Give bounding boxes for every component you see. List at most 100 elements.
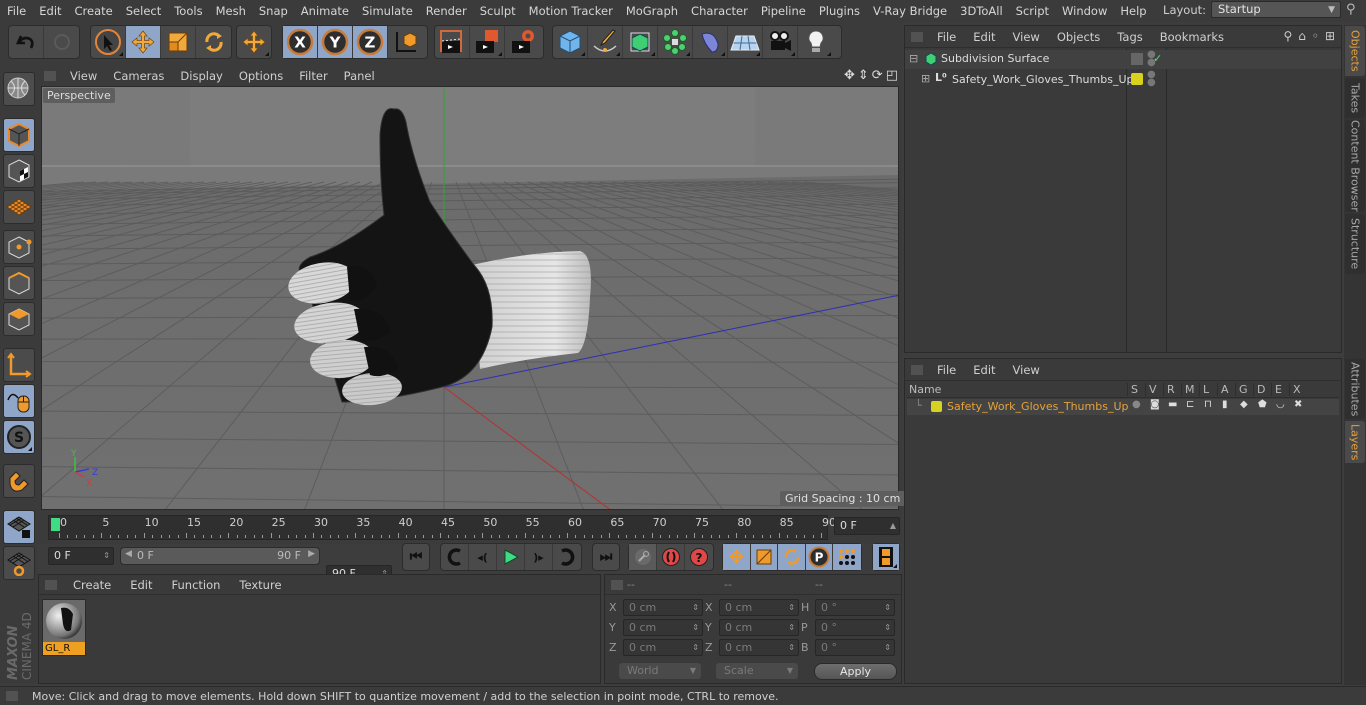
menu-sculpt[interactable]: Sculpt xyxy=(473,4,522,18)
size-mode-dropdown[interactable]: Scale ▼ xyxy=(716,663,798,679)
live-selection-button[interactable] xyxy=(91,26,126,58)
spinner-icon[interactable]: ⇕ xyxy=(788,600,795,616)
light-button[interactable] xyxy=(798,26,833,58)
prev-frame-button[interactable]: ◂( xyxy=(469,544,497,570)
deformers-icon[interactable]: ⬟ xyxy=(1258,399,1267,410)
panel-grip[interactable] xyxy=(911,31,923,42)
tab-layers[interactable]: Layers xyxy=(1345,421,1365,463)
spinner-icon[interactable]: ⇕ xyxy=(884,640,891,656)
render-settings-button[interactable] xyxy=(505,26,540,58)
rotate-tool-button[interactable] xyxy=(196,26,231,58)
generators-icon[interactable]: ◆ xyxy=(1240,399,1248,410)
home-icon[interactable]: ⌂ xyxy=(1298,29,1306,43)
current-frame-field[interactable]: 0 F ▲ xyxy=(834,517,900,535)
layer-column-r[interactable]: R xyxy=(1163,383,1175,396)
range-right-arrow-icon[interactable]: ▶ xyxy=(308,549,315,559)
material-menu-edit[interactable]: Edit xyxy=(120,578,161,592)
locked-workplane-button[interactable] xyxy=(3,510,35,544)
search-icon[interactable]: ⚲ xyxy=(1346,2,1366,17)
deformer-button[interactable] xyxy=(693,26,728,58)
spinner-icon[interactable]: ⇕ xyxy=(692,620,699,636)
layer-menu-edit[interactable]: Edit xyxy=(965,363,1004,377)
object-menu-tags[interactable]: Tags xyxy=(1109,30,1151,44)
material-menu-function[interactable]: Function xyxy=(162,578,230,592)
solo-icon[interactable]: ● xyxy=(1132,399,1141,410)
coord-value-field[interactable]: 0 cm ⇕ xyxy=(719,599,799,616)
new-window-icon[interactable]: ⊞ xyxy=(1325,29,1335,43)
panel-grip[interactable] xyxy=(44,71,56,81)
expressions-icon[interactable]: ◡ xyxy=(1276,399,1285,410)
spinner-icon[interactable]: ⇕ xyxy=(884,620,891,636)
layer-slot-empty[interactable] xyxy=(1131,53,1143,65)
xrefs-icon[interactable]: ✖ xyxy=(1294,399,1302,410)
model-mode-button[interactable] xyxy=(3,118,35,152)
key-parameter-button[interactable]: P xyxy=(805,544,834,570)
menu-3dtoall[interactable]: 3DToAll xyxy=(953,4,1009,18)
layer-color-swatch[interactable] xyxy=(1131,73,1143,85)
layer-row[interactable]: └ Safety_Work_Gloves_Thumbs_Up ● ◙ ▬ ⊏ ⊓ ▮ ◆ ⬟ ◡… xyxy=(907,399,1339,415)
render-to-picture-viewer-button[interactable] xyxy=(470,26,505,58)
enabled-check-icon[interactable]: ✓ xyxy=(1153,52,1162,65)
next-frame-button[interactable]: )▸ xyxy=(525,544,553,570)
material-swatch[interactable]: GL_R xyxy=(42,599,86,656)
keyframe-selection-button[interactable]: ? xyxy=(685,544,713,570)
panel-grip[interactable] xyxy=(45,579,57,590)
spinner-icon[interactable]: ⇕ xyxy=(788,640,795,656)
viewport-menu-filter[interactable]: Filter xyxy=(291,69,335,83)
layer-name[interactable]: Safety_Work_Gloves_Thumbs_Up xyxy=(947,400,1128,413)
tab-objects[interactable]: Objects xyxy=(1345,26,1365,76)
key-position-button[interactable]: ✥ xyxy=(723,544,751,570)
recent-tool-button[interactable] xyxy=(237,26,271,58)
axis-mode-button[interactable] xyxy=(3,348,35,382)
coordinate-space-dropdown[interactable]: World ▼ xyxy=(619,663,701,679)
spinner-icon[interactable]: ⇕ xyxy=(884,600,891,616)
coord-value-field[interactable]: 0 ° ⇕ xyxy=(815,599,895,616)
layer-color-swatch[interactable] xyxy=(931,401,942,412)
record-key-button[interactable] xyxy=(629,544,657,570)
layout-dropdown[interactable]: Startup ▼ xyxy=(1211,1,1341,18)
pan-view-icon[interactable]: ✥ xyxy=(844,68,855,83)
menu-file[interactable]: File xyxy=(0,4,32,18)
object-menu-view[interactable]: View xyxy=(1005,30,1049,44)
menu-tools[interactable]: Tools xyxy=(167,4,208,18)
viewport-menu-view[interactable]: View xyxy=(62,69,105,83)
enable-snap-button[interactable] xyxy=(3,464,35,498)
spinner-icon[interactable]: ⇕ xyxy=(692,640,699,656)
tab-content-browser[interactable]: Content Browser xyxy=(1345,120,1365,212)
menu-window[interactable]: Window xyxy=(1055,4,1113,18)
layer-column-x[interactable]: X xyxy=(1289,383,1301,396)
panel-grip[interactable] xyxy=(6,691,18,701)
tab-structure[interactable]: Structure xyxy=(1345,214,1365,274)
coord-value-field[interactable]: 0 cm ⇕ xyxy=(719,639,799,656)
spinner-icon[interactable]: ▲ xyxy=(890,518,896,534)
z-axis-lock-button[interactable]: Z xyxy=(353,26,388,58)
menu-help[interactable]: Help xyxy=(1113,4,1152,18)
spinner-icon[interactable]: ⇕ xyxy=(788,620,795,636)
subdivision-surface-button[interactable] xyxy=(623,26,658,58)
timeline-window-button[interactable] xyxy=(873,544,899,570)
menu-character[interactable]: Character xyxy=(684,4,754,18)
coord-value-field[interactable]: 0 ° ⇕ xyxy=(815,639,895,656)
layer-column-l[interactable]: L xyxy=(1199,383,1209,396)
make-editable-button[interactable] xyxy=(3,72,35,106)
render-view-button[interactable] xyxy=(435,26,470,58)
start-frame-field[interactable]: 0 F ⇕ xyxy=(48,547,114,565)
menu-animate[interactable]: Animate xyxy=(294,4,355,18)
object-menu-file[interactable]: File xyxy=(929,30,965,44)
cube-object-button[interactable] xyxy=(553,26,588,58)
object-name[interactable]: Safety_Work_Gloves_Thumbs_Up xyxy=(952,73,1133,86)
layer-menu-view[interactable]: View xyxy=(1005,363,1049,377)
layer-column-name[interactable]: Name xyxy=(909,383,941,396)
camera-label[interactable]: Perspective xyxy=(43,88,115,103)
spinner-icon[interactable]: ⇕ xyxy=(692,600,699,616)
layer-column-e[interactable]: E xyxy=(1271,383,1282,396)
object-menu-objects[interactable]: Objects xyxy=(1049,30,1109,44)
manager-icon[interactable]: ⊏ xyxy=(1186,399,1194,410)
menu-mesh[interactable]: Mesh xyxy=(209,4,252,18)
coord-value-field[interactable]: 0 cm ⇕ xyxy=(623,599,703,616)
frame-range-slider[interactable]: ◀ 0 F 90 F ▶ xyxy=(120,547,320,565)
collapse-icon[interactable]: ⊟ xyxy=(909,52,918,65)
menu-mograph[interactable]: MoGraph xyxy=(619,4,684,18)
prev-key-button[interactable] xyxy=(441,544,469,570)
viewport-menu-cameras[interactable]: Cameras xyxy=(105,69,172,83)
